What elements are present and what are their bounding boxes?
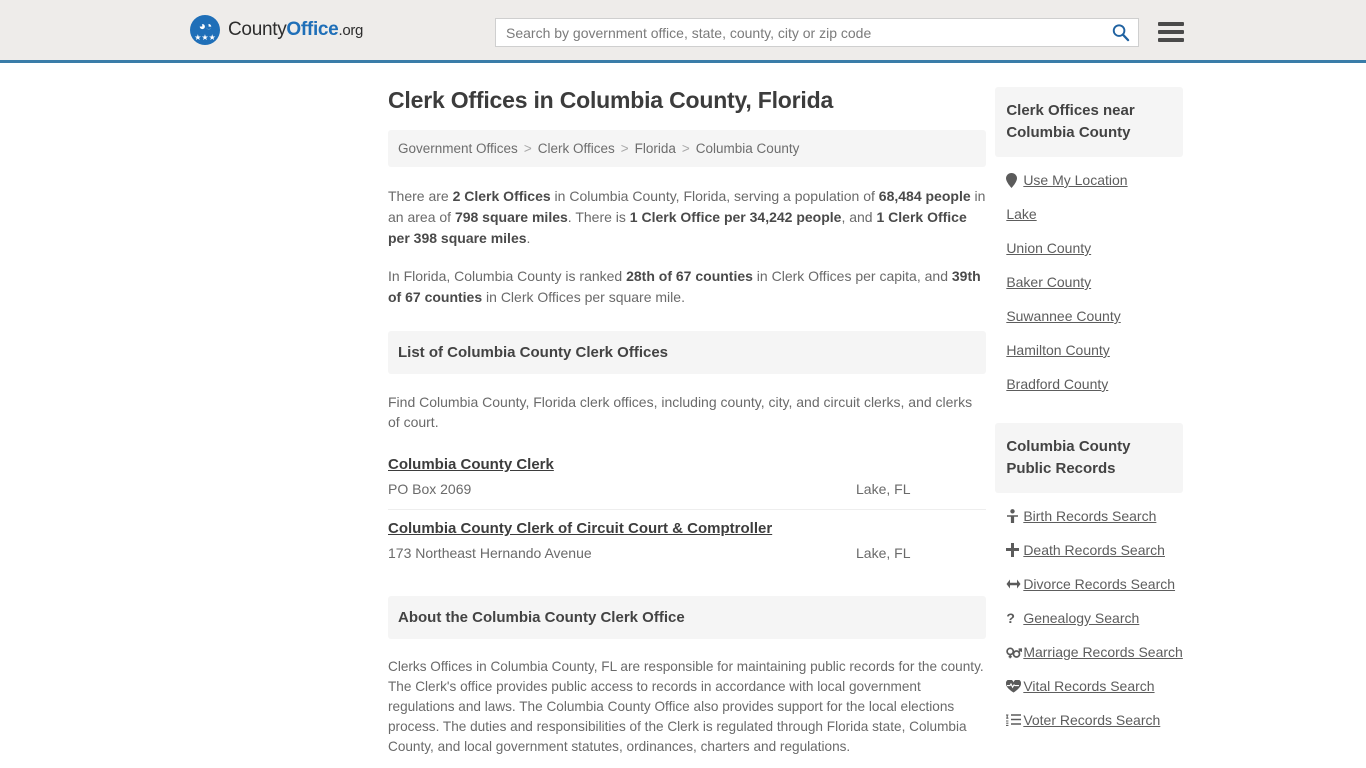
sidebar-nearby-links: Use My Location Lake Union County Baker … xyxy=(995,157,1183,401)
about-paragraph: Clerks Offices in Columbia County, FL ar… xyxy=(388,659,984,754)
list-ol-icon xyxy=(1006,714,1023,726)
sidebar-item-death-records-search[interactable]: Death Records Search xyxy=(995,533,1183,567)
office-list: Columbia County Clerk PO Box 2069 Lake, … xyxy=(388,446,987,573)
map-pin-icon xyxy=(1006,172,1023,188)
cross-icon xyxy=(1006,543,1023,557)
sidebar-link-label[interactable]: Genealogy Search xyxy=(1023,610,1139,626)
intro-stats: There are 2 Clerk Offices in Columbia Co… xyxy=(388,186,986,308)
breadcrumb-item-government-offices[interactable]: Government Offices xyxy=(398,141,518,156)
sidebar-link-label[interactable]: Use My Location xyxy=(1023,172,1127,188)
list-section-lead: Find Columbia County, Florida clerk offi… xyxy=(388,394,973,430)
sidebar-link-label[interactable]: Bradford County xyxy=(1006,376,1108,392)
sidebar-link-label[interactable]: Marriage Records Search xyxy=(1023,644,1183,660)
office-name-link[interactable]: Columbia County Clerk xyxy=(388,456,554,473)
list-section-heading: List of Columbia County Clerk Offices xyxy=(388,331,987,374)
sidebar-item-lake[interactable]: Lake xyxy=(995,197,1183,231)
baby-icon xyxy=(1006,509,1023,523)
content-container: Clerk Offices in Columbia County, Florid… xyxy=(183,63,1183,768)
intro-text: in Columbia County, Florida, serving a p… xyxy=(550,188,879,204)
rank-per-capita: 28th of 67 counties xyxy=(626,268,753,284)
site-header: ◕◔ ★★★ CountyOffice.org xyxy=(0,0,1366,63)
offices-per-capita: 1 Clerk Office per 34,242 people xyxy=(629,209,842,225)
sidebar-link-label[interactable]: Lake xyxy=(1006,206,1036,222)
intro-text: In Florida, Columbia County is ranked xyxy=(388,268,627,284)
sidebar-card-nearby: Clerk Offices near Columbia County Use M… xyxy=(995,87,1183,401)
intro-text: , and xyxy=(841,209,877,225)
heartbeat-icon xyxy=(1006,679,1023,693)
question-mark-icon: ? xyxy=(1006,610,1015,626)
arrows-left-right-icon xyxy=(1006,578,1023,590)
logo-text-part1: County xyxy=(228,19,287,40)
sidebar-public-records-links: Birth Records Search Death Records Searc… xyxy=(995,493,1183,737)
office-city-state: Lake, FL xyxy=(856,545,911,561)
sidebar-item-bradford-county[interactable]: Bradford County xyxy=(995,367,1183,401)
intro-paragraph-2: In Florida, Columbia County is ranked 28… xyxy=(388,266,986,308)
venus-mars-icon xyxy=(1006,646,1023,659)
sidebar-item-hamilton-county[interactable]: Hamilton County xyxy=(995,333,1183,367)
intro-text: . There is xyxy=(567,209,630,225)
hamburger-bar xyxy=(1158,22,1184,26)
breadcrumb-separator: > xyxy=(523,141,532,156)
population-value: 68,484 people xyxy=(878,188,971,204)
sidebar-item-genealogy-search[interactable]: ? Genealogy Search xyxy=(995,601,1183,635)
sidebar-item-divorce-records-search[interactable]: Divorce Records Search xyxy=(995,567,1183,601)
intro-text: in Clerk Offices per square mile. xyxy=(482,289,685,305)
breadcrumb-item-columbia-county[interactable]: Columbia County xyxy=(696,141,800,156)
sidebar-item-use-my-location[interactable]: Use My Location xyxy=(995,163,1183,197)
about-section-body: Clerks Offices in Columbia County, FL ar… xyxy=(388,657,986,768)
breadcrumb-separator: > xyxy=(681,141,690,156)
sidebar-link-label[interactable]: Suwannee County xyxy=(1006,308,1120,324)
eagle-shield-logo-icon: ◕◔ ★★★ xyxy=(190,15,220,45)
sidebar-item-baker-county[interactable]: Baker County xyxy=(995,265,1183,299)
intro-text: in Clerk Offices per capita, and xyxy=(752,268,952,284)
sidebar-item-union-county[interactable]: Union County xyxy=(995,231,1183,265)
main-column: Clerk Offices in Columbia County, Florid… xyxy=(388,63,987,768)
office-count: 2 Clerk Offices xyxy=(452,188,551,204)
breadcrumb-item-florida[interactable]: Florida xyxy=(635,141,676,156)
sidebar-item-suwannee-county[interactable]: Suwannee County xyxy=(995,299,1183,333)
sidebar-item-vital-records-search[interactable]: Vital Records Search xyxy=(995,669,1183,703)
about-section-heading: About the Columbia County Clerk Office xyxy=(388,596,987,639)
sidebar-link-label[interactable]: Vital Records Search xyxy=(1023,678,1154,694)
search-input[interactable] xyxy=(496,19,1102,46)
sidebar-item-marriage-records-search[interactable]: Marriage Records Search xyxy=(995,635,1183,669)
table-row: Columbia County Clerk of Circuit Court &… xyxy=(388,510,986,573)
page-title: Clerk Offices in Columbia County, Florid… xyxy=(388,87,834,113)
site-logo[interactable]: ◕◔ ★★★ CountyOffice.org xyxy=(190,15,363,45)
sidebar-link-label[interactable]: Baker County xyxy=(1006,274,1091,290)
sidebar-link-label[interactable]: Voter Records Search xyxy=(1023,712,1160,728)
sidebar-card-public-records: Columbia County Public Records Birth Rec… xyxy=(995,423,1183,737)
logo-text-part3: .org xyxy=(338,22,364,39)
intro-text: There are xyxy=(388,188,453,204)
sidebar-item-birth-records-search[interactable]: Birth Records Search xyxy=(995,499,1183,533)
sidebar-public-records-heading: Columbia County Public Records xyxy=(995,423,1183,493)
breadcrumb-separator: > xyxy=(620,141,629,156)
sidebar-link-label[interactable]: Birth Records Search xyxy=(1023,508,1156,524)
breadcrumb-item-clerk-offices[interactable]: Clerk Offices xyxy=(538,141,615,156)
sidebar-link-label[interactable]: Hamilton County xyxy=(1006,342,1110,358)
search-bar xyxy=(495,18,1139,47)
office-name-link[interactable]: Columbia County Clerk of Circuit Court &… xyxy=(388,520,772,537)
breadcrumb: Government Offices > Clerk Offices > Florida… xyxy=(388,130,987,167)
hamburger-menu-icon[interactable] xyxy=(1158,19,1184,45)
office-city-state: Lake, FL xyxy=(856,481,911,497)
table-row: Columbia County Clerk PO Box 2069 Lake, … xyxy=(388,446,987,510)
intro-text: . xyxy=(526,230,531,246)
intro-paragraph-1: There are 2 Clerk Offices in Columbia Co… xyxy=(388,186,986,249)
hamburger-bar xyxy=(1158,30,1184,34)
sidebar: Clerk Offices near Columbia County Use M… xyxy=(995,63,1183,768)
sidebar-item-voter-records-search[interactable]: Voter Records Search xyxy=(995,703,1183,737)
sidebar-link-label[interactable]: Union County xyxy=(1006,240,1091,256)
search-button[interactable] xyxy=(1102,19,1138,46)
sidebar-link-label[interactable]: Divorce Records Search xyxy=(1023,576,1175,592)
logo-text-part2: Office xyxy=(286,19,339,40)
sidebar-nearby-heading: Clerk Offices near Columbia County xyxy=(995,87,1183,157)
logo-text: CountyOffice.org xyxy=(228,19,363,41)
area-value: 798 square miles xyxy=(454,209,568,225)
sidebar-link-label[interactable]: Death Records Search xyxy=(1023,542,1165,558)
search-icon xyxy=(1112,24,1129,42)
hamburger-bar xyxy=(1158,38,1184,42)
page-body: Clerk Offices in Columbia County, Florid… xyxy=(0,63,1366,768)
